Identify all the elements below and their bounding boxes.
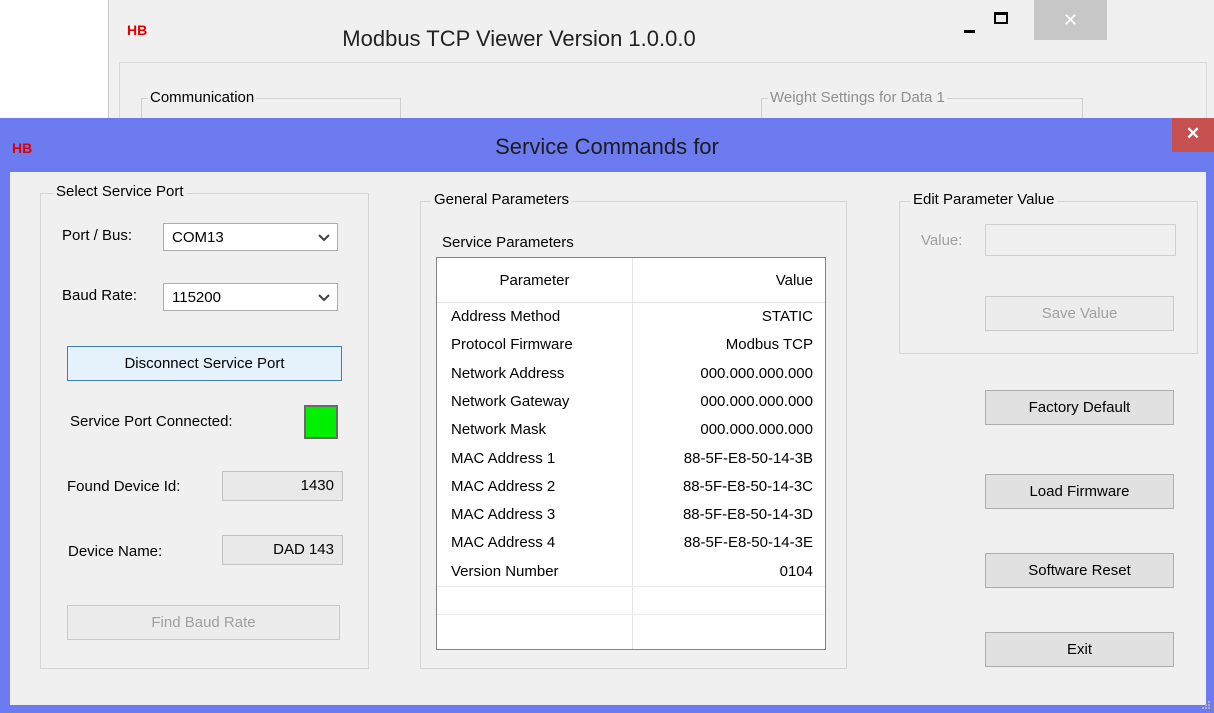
chevron-down-icon — [318, 234, 330, 242]
table-row[interactable]: Protocol Firmware Modbus TCP — [437, 331, 825, 359]
dialog-title-bar[interactable]: HB Service Commands for ✕ — [0, 118, 1214, 172]
parameter-cell: Version Number — [451, 562, 559, 580]
table-row[interactable]: Network Address 000.000.000.000 — [437, 360, 825, 388]
port-bus-label: Port / Bus: — [62, 227, 133, 244]
service-parameters-grid[interactable]: Parameter Value Address Method STATIC Prot… — [436, 257, 826, 650]
table-row[interactable]: Version Number 0104 — [437, 558, 825, 586]
table-row[interactable]: MAC Address 1 88-5F-E8-50-14-3B — [437, 445, 825, 473]
value-cell: 000.000.000.000 — [700, 364, 813, 382]
column-header-parameter[interactable]: Parameter — [437, 272, 632, 289]
table-row[interactable]: MAC Address 4 88-5F-E8-50-14-3E — [437, 529, 825, 557]
value-cell: 88-5F-E8-50-14-3D — [682, 506, 813, 524]
device-name-label: Device Name: — [68, 543, 163, 560]
maximize-icon[interactable] — [994, 12, 1008, 24]
parameter-cell: Network Mask — [451, 421, 547, 439]
found-device-id-field: 1430 — [222, 471, 343, 501]
load-firmware-button[interactable]: Load Firmware — [985, 474, 1174, 509]
background-close-button[interactable]: ✕ — [1034, 0, 1107, 40]
connection-status-indicator — [304, 405, 338, 439]
service-parameters-label: Service Parameters — [442, 234, 574, 251]
table-row[interactable]: Network Gateway 000.000.000.000 — [437, 388, 825, 416]
general-parameters-label: General Parameters — [431, 191, 573, 208]
dialog-title: Service Commands for — [495, 134, 719, 159]
save-value-button[interactable]: Save Value — [985, 296, 1174, 331]
parameter-value-input[interactable] — [985, 224, 1176, 256]
value-label: Value: — [921, 232, 963, 249]
factory-default-button[interactable]: Factory Default — [985, 390, 1174, 425]
value-cell: 0104 — [779, 562, 813, 580]
parameter-cell: MAC Address 1 — [451, 449, 556, 467]
service-port-connected-label: Service Port Connected: — [70, 413, 233, 430]
parameter-cell: Protocol Firmware — [451, 336, 573, 354]
connection-status-light — [306, 407, 336, 437]
background-window-title: Modbus TCP Viewer Version 1.0.0.0 — [342, 26, 696, 51]
empty-row-line — [437, 614, 825, 615]
disconnect-service-port-button[interactable]: Disconnect Service Port — [67, 346, 342, 381]
background-window: HB Modbus TCP Viewer Version 1.0.0.0 ✕ C… — [108, 0, 1214, 129]
parameter-cell: MAC Address 4 — [451, 534, 556, 552]
software-reset-button[interactable]: Software Reset — [985, 553, 1174, 588]
baud-rate-value: 115200 — [172, 289, 221, 306]
chevron-down-icon — [318, 294, 330, 302]
parameter-cell: Network Address — [451, 364, 565, 382]
background-title-bar: HB Modbus TCP Viewer Version 1.0.0.0 ✕ — [109, 0, 1214, 58]
value-cell: 88-5F-E8-50-14-3C — [682, 477, 813, 495]
table-row[interactable]: MAC Address 3 88-5F-E8-50-14-3D — [437, 501, 825, 529]
value-cell: 88-5F-E8-50-14-3E — [683, 534, 813, 552]
empty-row-line — [437, 586, 825, 587]
select-service-port-label: Select Service Port — [53, 183, 187, 200]
parameter-cell: Address Method — [451, 308, 561, 325]
baud-rate-label: Baud Rate: — [62, 287, 138, 304]
value-cell: 88-5F-E8-50-14-3B — [683, 449, 813, 467]
minimize-icon[interactable] — [961, 16, 979, 36]
value-cell: STATIC — [761, 308, 813, 325]
table-row[interactable]: Network Mask 000.000.000.000 — [437, 416, 825, 444]
value-cell: 000.000.000.000 — [700, 421, 813, 439]
baud-rate-select[interactable]: 115200 — [163, 283, 338, 311]
grid-header: Parameter Value — [437, 258, 825, 303]
communication-group-label: Communication — [148, 89, 257, 106]
parameter-cell: MAC Address 2 — [451, 477, 556, 495]
port-bus-select[interactable]: COM13 — [163, 223, 338, 251]
found-device-id-label: Found Device Id: — [67, 478, 181, 495]
edit-parameter-value-label: Edit Parameter Value — [910, 191, 1058, 208]
parameter-cell: Network Gateway — [451, 392, 570, 410]
value-cell: Modbus TCP — [725, 336, 813, 354]
column-header-value[interactable]: Value — [776, 272, 813, 289]
find-baud-rate-button[interactable]: Find Baud Rate — [67, 605, 340, 640]
value-cell: 000.000.000.000 — [700, 392, 813, 410]
parameter-cell: MAC Address 3 — [451, 506, 556, 524]
table-row[interactable]: MAC Address 2 88-5F-E8-50-14-3C — [437, 473, 825, 501]
weight-settings-group-label: Weight Settings for Data 1 — [768, 89, 947, 106]
port-bus-value: COM13 — [172, 229, 224, 246]
table-row[interactable]: Address Method STATIC — [437, 303, 825, 331]
resize-grip-icon[interactable] — [1200, 699, 1210, 709]
device-name-field: DAD 143 — [222, 535, 343, 565]
exit-button[interactable]: Exit — [985, 632, 1174, 667]
dialog-close-button[interactable]: ✕ — [1172, 118, 1214, 152]
